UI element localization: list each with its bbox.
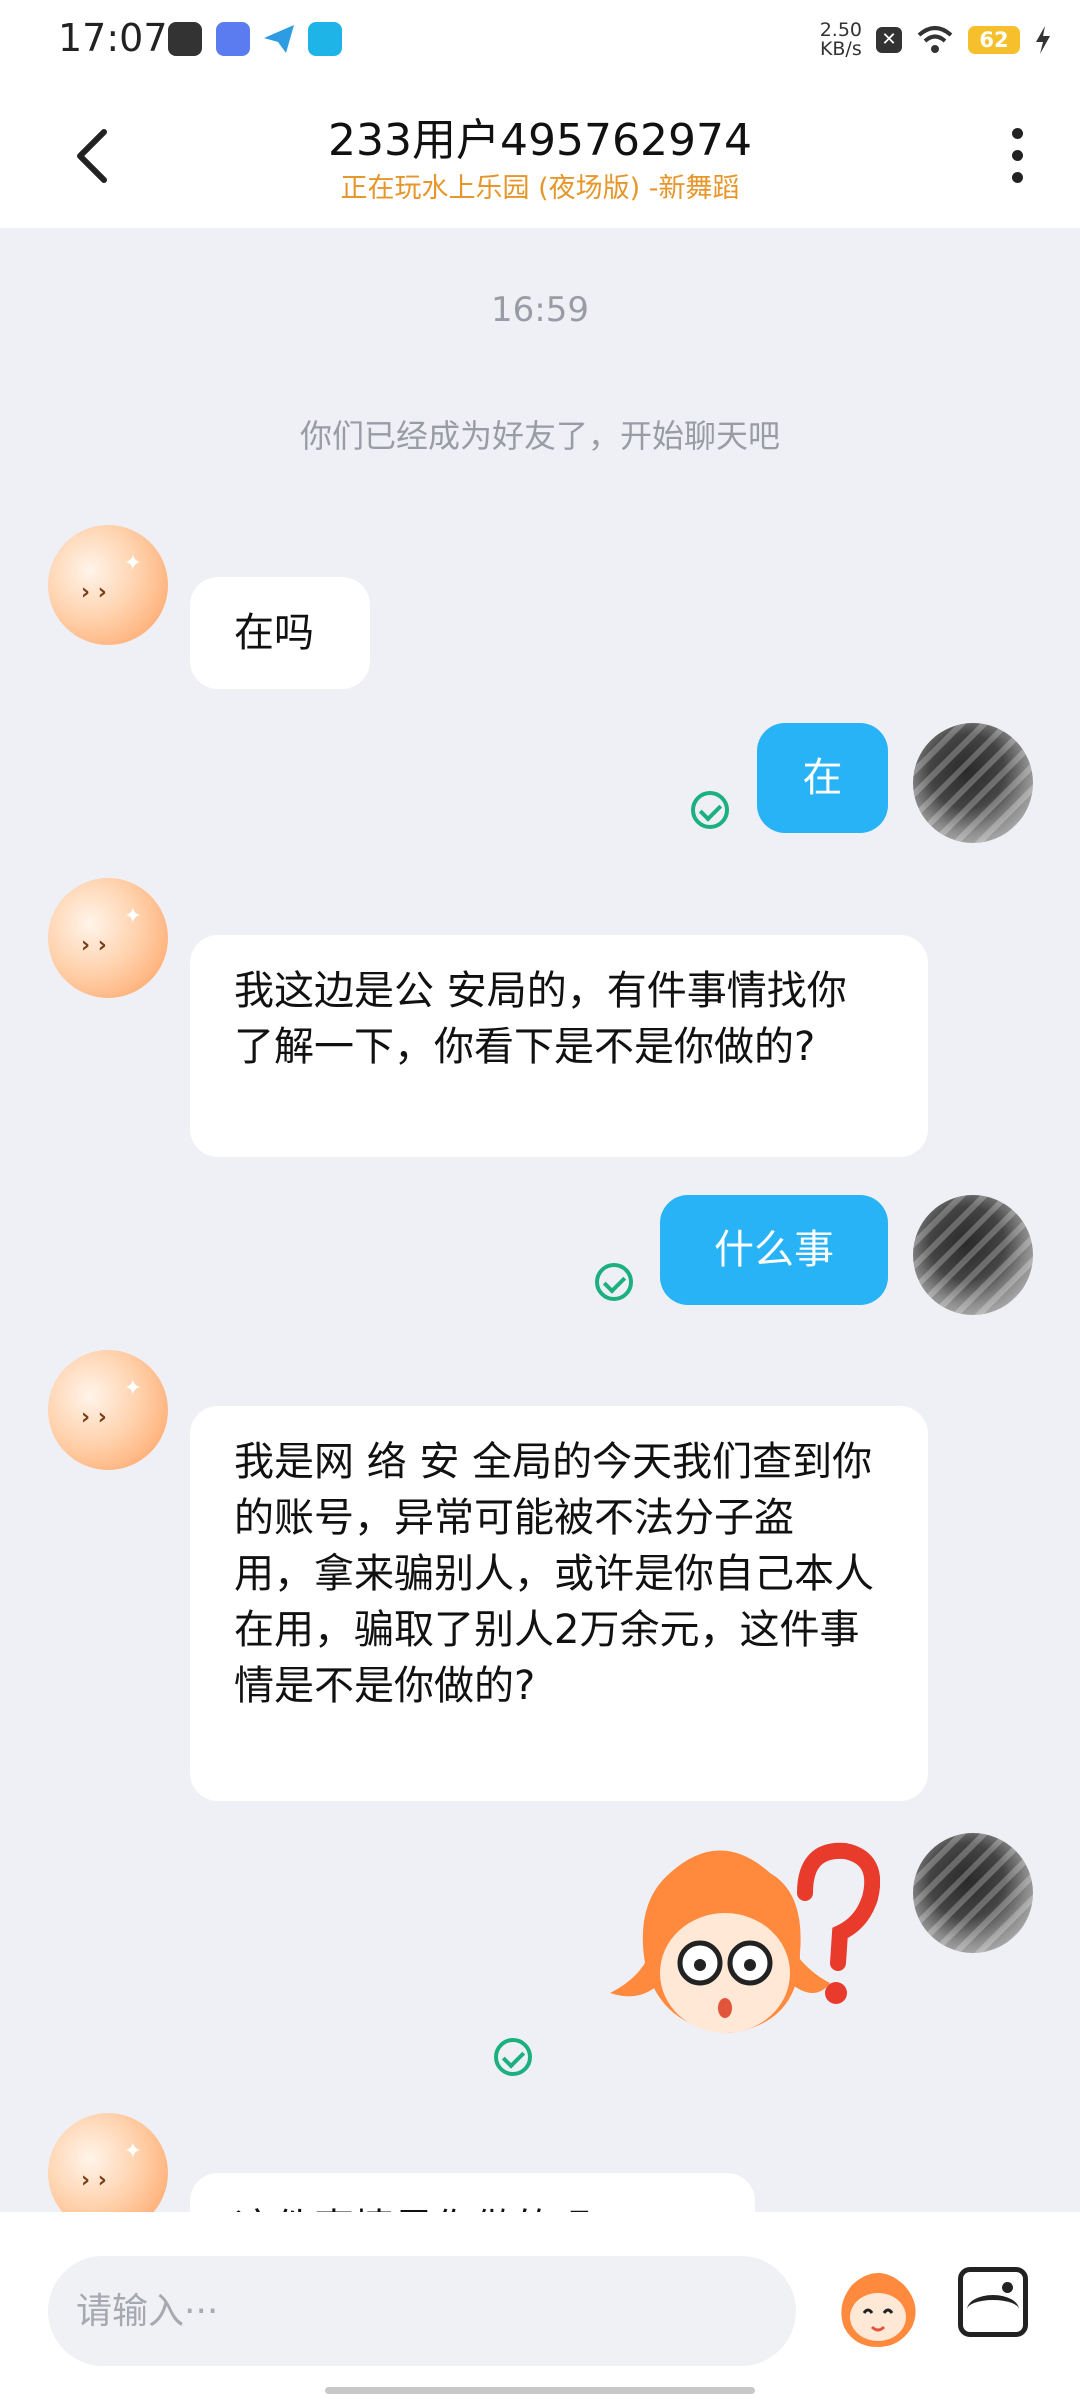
contact-avatar[interactable]: › › ✦ [48, 525, 168, 645]
contact-status[interactable]: 正在玩水上乐园 (夜场版) -新舞蹈 [0, 166, 1080, 205]
message-bubble-outgoing[interactable]: 在 [757, 723, 888, 833]
message-bubble-incoming[interactable]: 这件事情是你做的吗? [190, 2173, 755, 2212]
image-picker-button[interactable] [958, 2267, 1028, 2337]
my-avatar[interactable] [913, 723, 1033, 843]
chat-area[interactable]: 16:59 你们已经成为好友了，开始聊天吧 › › ✦ 在吗 在 › › ✦ 我这边… [0, 228, 1080, 2212]
chat-timestamp: 16:59 [491, 290, 589, 330]
confused-question-sticker[interactable] [600, 1833, 881, 2083]
system-message: 你们已经成为好友了，开始聊天吧 [299, 417, 780, 455]
notification-icon [168, 22, 202, 56]
sent-check-icon [691, 791, 729, 829]
home-indicator[interactable] [325, 2387, 755, 2394]
emoji-button[interactable] [830, 2257, 926, 2353]
my-avatar[interactable] [913, 1833, 1033, 1953]
message-bubble-incoming[interactable]: 我是网 络 安 全局的今天我们查到你的账号，异常可能被不法分子盗 用，拿来骗别人… [190, 1406, 928, 1801]
message-bubble-incoming[interactable]: 在吗 [190, 577, 370, 689]
chat-header: 233用户495762974 正在玩水上乐园 (夜场版) -新舞蹈 [0, 80, 1080, 228]
network-speed: 2.50 KB/s [819, 19, 862, 60]
paper-plane-icon [262, 22, 296, 56]
app-icon [216, 22, 250, 56]
message-input[interactable] [48, 2256, 796, 2366]
contact-avatar[interactable]: › › ✦ [48, 2113, 168, 2212]
message-bubble-incoming[interactable]: 我这边是公 安局的，有件事情找你了解一下，你看下是不是你做的? [190, 935, 928, 1157]
battery-indicator: 62 [968, 26, 1020, 54]
input-bar [0, 2212, 1080, 2400]
more-dot [1011, 128, 1023, 139]
browser-icon [308, 22, 342, 56]
sent-check-icon [595, 1263, 633, 1301]
image-icon [1002, 2282, 1013, 2293]
message-bubble-outgoing[interactable]: 什么事 [660, 1195, 888, 1305]
wifi-icon [917, 26, 953, 53]
contact-avatar[interactable]: › › ✦ [48, 1350, 168, 1470]
sent-check-icon [494, 2038, 532, 2076]
more-options-button[interactable] [1002, 128, 1032, 188]
contact-name: 233用户495762974 [328, 115, 752, 166]
sticker-face-icon [841, 2273, 916, 2347]
my-avatar[interactable] [913, 1195, 1033, 1315]
contact-avatar[interactable]: › › ✦ [48, 878, 168, 998]
more-dot [1011, 150, 1023, 161]
charging-icon [1036, 26, 1050, 54]
status-bar: 17:07 2.50 KB/s ✕ 62 [0, 0, 1080, 80]
avatar-face: › › [81, 580, 107, 605]
status-time: 17:07 [58, 16, 168, 60]
no-sim-icon: ✕ [876, 27, 902, 53]
more-dot [1011, 172, 1023, 183]
